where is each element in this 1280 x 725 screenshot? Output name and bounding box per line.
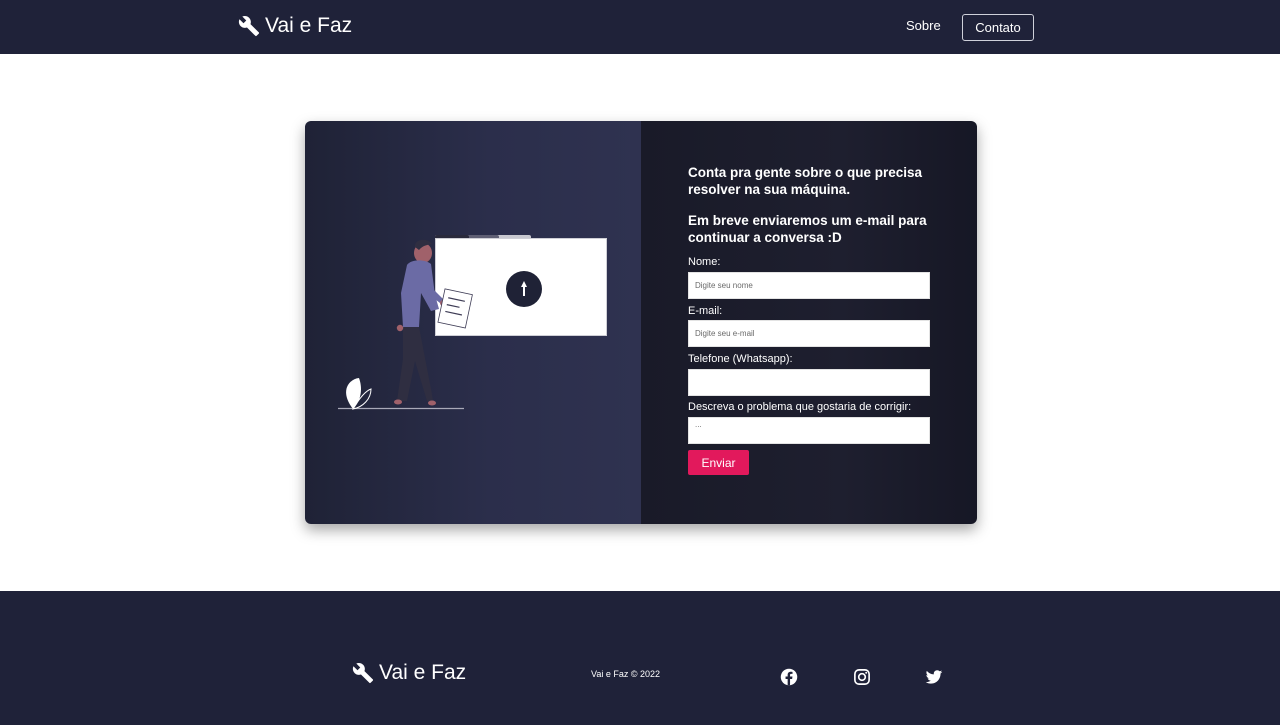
top-navbar: Vai e Faz Sobre Contato (0, 0, 1280, 54)
problem-textarea[interactable] (688, 417, 930, 444)
person-uploading-illustration (338, 235, 607, 410)
nav-button-contato[interactable]: Contato (962, 14, 1034, 41)
problem-label: Descreva o problema que gostaria de corr… (688, 401, 912, 413)
nav-link-sobre[interactable]: Sobre (906, 18, 941, 33)
form-heading-primary: Conta pra gente sobre o que precisa reso… (688, 165, 923, 197)
wrench-icon (238, 16, 260, 37)
illustration-panel (305, 121, 641, 524)
footer-brand-name: Vai e Faz (379, 661, 467, 684)
name-label: Nome: (688, 256, 721, 268)
form-heading-secondary: Em breve enviaremos um e-mail para conti… (688, 213, 927, 245)
twitter-icon[interactable] (925, 668, 943, 686)
phone-input[interactable] (688, 369, 930, 396)
contact-form-panel: Conta pra gente sobre o que precisa reso… (641, 121, 977, 524)
brand-logo[interactable]: Vai e Faz (238, 14, 352, 38)
phone-label: Telefone (Whatsapp): (688, 353, 793, 365)
brand-name: Vai e Faz (265, 14, 353, 37)
submit-button[interactable]: Enviar (688, 450, 749, 475)
footer-brand-logo[interactable]: Vai e Faz (352, 661, 466, 685)
facebook-icon[interactable] (780, 668, 798, 686)
copyright-text: Vai e Faz © 2022 (591, 669, 661, 679)
email-label: E-mail: (688, 305, 723, 317)
name-input[interactable] (688, 272, 930, 299)
contact-card: Conta pra gente sobre o que precisa reso… (305, 121, 977, 524)
footer: Vai e Faz Vai e Faz © 2022 (0, 591, 1280, 725)
email-input[interactable] (688, 320, 930, 347)
wrench-icon (352, 663, 374, 684)
instagram-icon[interactable] (853, 668, 871, 686)
